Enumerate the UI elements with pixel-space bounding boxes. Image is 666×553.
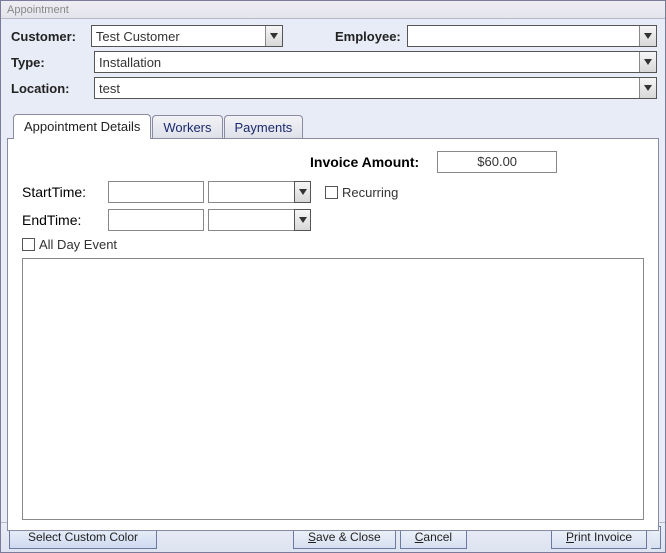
save-close-rest: ave & Close — [316, 530, 381, 544]
customer-value: Test Customer — [92, 27, 266, 46]
end-time-label: EndTime: — [22, 212, 108, 228]
header-form: Customer: Test Customer Employee: Type: … — [1, 19, 665, 113]
tab-payments[interactable]: Payments — [224, 115, 304, 138]
end-date-dropdown[interactable] — [208, 209, 311, 231]
chevron-down-icon[interactable] — [639, 52, 656, 72]
chevron-down-icon[interactable] — [639, 26, 656, 46]
type-label: Type: — [9, 55, 94, 70]
start-date-dropdown[interactable] — [208, 181, 311, 203]
tab-workers[interactable]: Workers — [152, 115, 222, 138]
chevron-down-icon[interactable] — [265, 26, 282, 46]
cancel-rest: ancel — [423, 530, 452, 544]
appointment-details-panel: Invoice Amount: $60.00 StartTime: Recurr… — [7, 138, 659, 531]
invoice-amount-field[interactable]: $60.00 — [437, 151, 557, 173]
location-value: test — [95, 79, 639, 98]
notes-textarea[interactable] — [22, 258, 644, 520]
tabs-container: Appointment Details Workers Payments Inv… — [1, 113, 665, 531]
tabstrip: Appointment Details Workers Payments — [7, 113, 659, 138]
location-label: Location: — [9, 81, 94, 96]
invoice-amount-label: Invoice Amount: — [310, 154, 419, 170]
end-date-value — [208, 209, 294, 231]
window-titlebar: Appointment — [1, 1, 665, 19]
employee-value — [408, 34, 639, 38]
appointment-window: Appointment Customer: Test Customer Empl… — [0, 0, 666, 553]
all-day-checkbox[interactable] — [22, 238, 35, 251]
start-date-value — [208, 181, 294, 203]
chevron-down-icon[interactable] — [294, 181, 311, 203]
all-day-label: All Day Event — [39, 237, 117, 252]
chevron-down-icon[interactable] — [639, 78, 656, 98]
end-time-input[interactable] — [108, 209, 204, 231]
tab-appointment-details[interactable]: Appointment Details — [13, 114, 151, 139]
type-dropdown[interactable]: Installation — [94, 51, 657, 73]
location-dropdown[interactable]: test — [94, 77, 657, 99]
chevron-down-icon[interactable] — [294, 209, 311, 231]
start-time-input[interactable] — [108, 181, 204, 203]
customer-dropdown[interactable]: Test Customer — [91, 25, 284, 47]
employee-label: Employee: — [322, 29, 407, 44]
recurring-checkbox[interactable] — [325, 186, 338, 199]
print-rest: rint Invoice — [574, 530, 632, 544]
customer-label: Customer: — [9, 29, 91, 44]
type-value: Installation — [95, 53, 639, 72]
window-title: Appointment — [7, 4, 69, 16]
employee-dropdown[interactable] — [407, 25, 657, 47]
start-time-label: StartTime: — [22, 184, 108, 200]
recurring-label: Recurring — [342, 185, 398, 200]
